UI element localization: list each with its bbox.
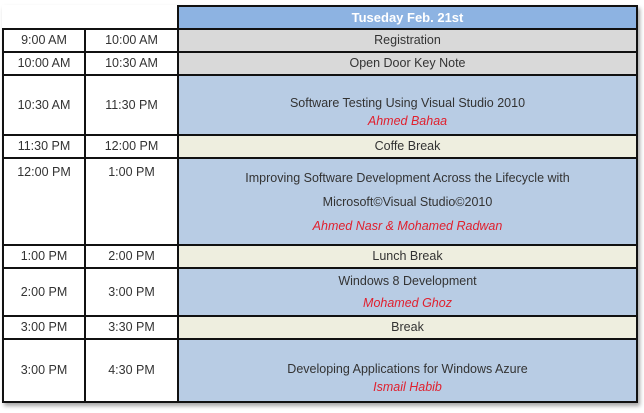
event-cell: Open Door Key Note: [177, 51, 638, 76]
schedule-row: 2:00 PM 3:00 PM Windows 8 Development Moham…: [2, 267, 638, 317]
end-time: 12:00 PM: [84, 134, 179, 159]
schedule-row: 1:00 PM 2:00 PM Lunch Break: [2, 244, 638, 269]
schedule-row: 9:00 AM 10:00 AM Registration: [2, 28, 638, 53]
event-cell: Developing Applications for Windows Azur…: [177, 338, 638, 403]
event-title: Lunch Break: [372, 249, 443, 263]
event-title: Developing Applications for Windows Azur…: [287, 361, 528, 376]
event-cell: Improving Software Development Across th…: [177, 157, 638, 246]
event-title: Windows 8 Development: [338, 274, 477, 288]
start-time: 10:00 AM: [2, 51, 86, 76]
event-cell: Registration: [177, 28, 638, 53]
schedule-row: 3:00 PM 4:30 PM Developing Applications fo…: [2, 338, 638, 403]
event-cell: Coffe Break: [177, 134, 638, 159]
start-time: 10:30 AM: [2, 74, 86, 136]
start-time: 3:00 PM: [2, 338, 86, 403]
event-title: Improving Software Development Across th…: [245, 170, 570, 185]
empty-cell: [3, 6, 85, 29]
speaker-name: Mohamed Ghoz: [363, 296, 452, 310]
event-title: Break: [391, 320, 424, 334]
start-time: 12:00 PM: [2, 157, 86, 246]
event-cell: Software Testing Using Visual Studio 201…: [177, 74, 638, 136]
start-time: 1:00 PM: [2, 244, 86, 269]
start-time: 11:30 PM: [2, 134, 86, 159]
schedule-row: 11:30 PM 12:00 PM Coffe Break: [2, 134, 638, 159]
speaker-name: Ahmed Bahaa: [367, 114, 448, 128]
start-time: 3:00 PM: [2, 315, 86, 340]
end-time: 10:30 AM: [84, 51, 179, 76]
empty-cell: [85, 6, 178, 29]
end-time: 10:00 AM: [84, 28, 179, 53]
start-time: 9:00 AM: [2, 28, 86, 53]
day-header: Tuseday Feb. 21st: [177, 5, 638, 30]
end-time: 4:30 PM: [84, 338, 179, 403]
schedule-row: 10:00 AM 10:30 AM Open Door Key Note: [2, 51, 638, 76]
schedule-row: 12:00 PM 1:00 PM Improving Software Develo…: [2, 157, 638, 246]
event-cell: Break: [177, 315, 638, 340]
schedule-table-container: Tuseday Feb. 21st 9:00 AM 10:00 AM Registr…: [2, 5, 638, 403]
schedule-row: 10:30 AM 11:30 PM Software Testing Using V…: [2, 74, 638, 136]
end-time: 3:30 PM: [84, 315, 179, 340]
event-title: Software Testing Using Visual Studio 201…: [289, 96, 526, 110]
schedule-table: Tuseday Feb. 21st 9:00 AM 10:00 AM Registr…: [2, 5, 638, 403]
event-title: Registration: [374, 33, 441, 47]
speaker-name: Ismail Habib: [373, 379, 442, 394]
end-time: 3:00 PM: [84, 267, 179, 317]
end-time: 2:00 PM: [84, 244, 179, 269]
end-time: 11:30 PM: [84, 74, 179, 136]
event-title: Microsoft©Visual Studio©2010: [322, 194, 493, 209]
start-time: 2:00 PM: [2, 267, 86, 317]
speaker-name: Ahmed Nasr & Mohamed Radwan: [312, 218, 503, 233]
header-row: Tuseday Feb. 21st: [3, 5, 638, 30]
event-title: Coffe Break: [374, 139, 441, 153]
schedule-row: 3:00 PM 3:30 PM Break: [2, 315, 638, 340]
event-title: Open Door Key Note: [349, 56, 466, 70]
event-cell: Lunch Break: [177, 244, 638, 269]
event-cell: Windows 8 Development Mohamed Ghoz: [177, 267, 638, 317]
end-time: 1:00 PM: [84, 157, 179, 246]
